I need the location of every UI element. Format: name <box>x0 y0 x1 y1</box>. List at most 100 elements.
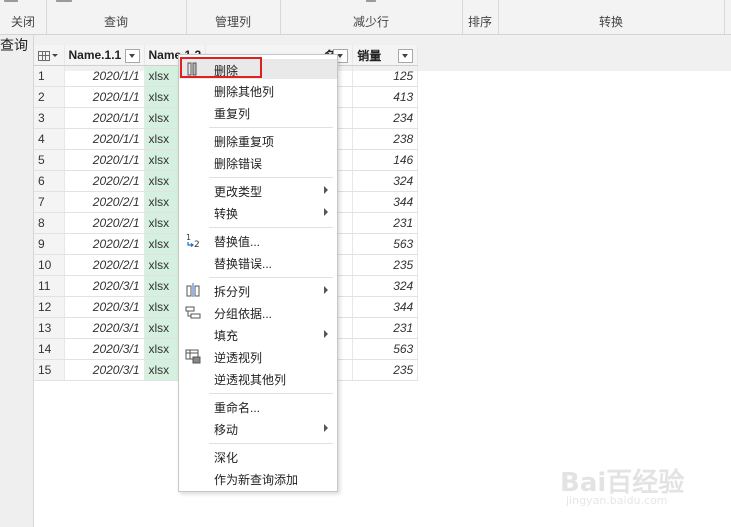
row-number[interactable]: 11 <box>34 275 65 297</box>
cell-name-1-1[interactable]: 2020/1/1 <box>64 149 145 171</box>
row-number[interactable]: 1 <box>34 65 65 87</box>
cell-name-1-1[interactable]: 2020/2/1 <box>64 254 145 276</box>
cell-sales[interactable]: 344 <box>352 191 419 213</box>
cell-name-1-1[interactable]: 2020/1/1 <box>64 128 145 150</box>
row-number[interactable]: 4 <box>34 128 65 150</box>
cell-name-1-1[interactable]: 2020/3/1 <box>64 359 145 381</box>
menu-item-add-as-new-query[interactable]: 作为新查询添加 <box>179 468 337 488</box>
menu-item-label: 转换 <box>214 207 239 221</box>
row-number[interactable]: 3 <box>34 107 65 129</box>
ribbon-group-sort[interactable]: 排序 <box>462 0 499 34</box>
menu-item-fill[interactable]: 填充 <box>179 324 337 344</box>
filter-dropdown-icon[interactable] <box>124 49 140 63</box>
cell-sales[interactable]: 563 <box>352 233 419 255</box>
cell-sales[interactable]: 238 <box>352 128 419 150</box>
cell-name-1-1[interactable]: 2020/2/1 <box>64 212 145 234</box>
menu-item-rename[interactable]: 重命名... <box>179 396 337 416</box>
filter-dropdown-icon[interactable] <box>398 49 414 63</box>
cell-sales[interactable]: 413 <box>352 86 419 108</box>
ribbon-group-label: 管理列 <box>214 15 251 29</box>
row-number[interactable]: 5 <box>34 149 65 171</box>
chevron-right-icon <box>324 186 328 194</box>
menu-item-label: 移动 <box>214 423 239 437</box>
row-number[interactable]: 6 <box>34 170 65 192</box>
queries-pane[interactable]: 查询 <box>0 35 34 527</box>
menu-item-label: 删除重复项 <box>214 135 275 149</box>
unpivot-icon <box>185 349 201 364</box>
row-number[interactable]: 14 <box>34 338 65 360</box>
column-header-sales[interactable]: 销量 <box>352 45 419 66</box>
column-header-name-1-1[interactable]: Name.1.1 <box>64 45 145 66</box>
chevron-right-icon <box>324 208 328 216</box>
menu-item-change-type[interactable]: 更改类型 <box>179 180 337 200</box>
menu-item-group-by[interactable]: 分组依据... <box>179 302 337 322</box>
cell-name-1-1[interactable]: 2020/3/1 <box>64 296 145 318</box>
row-number[interactable]: 13 <box>34 317 65 339</box>
cell-name-1-1[interactable]: 2020/3/1 <box>64 338 145 360</box>
cell-name-1-1[interactable]: 2020/3/1 <box>64 275 145 297</box>
menu-item-label: 更改类型 <box>214 185 263 199</box>
cell-sales[interactable]: 324 <box>352 275 419 297</box>
ribbon-group-query[interactable]: 查询 <box>46 0 187 34</box>
ribbon-group-close[interactable]: 关闭 <box>0 0 47 34</box>
menu-separator <box>209 177 333 178</box>
cell-sales[interactable]: 146 <box>352 149 419 171</box>
menu-item-replace-errors[interactable]: 替换错误... <box>179 252 337 272</box>
table-icon <box>38 50 50 61</box>
cell-name-1-1[interactable]: 2020/1/1 <box>64 86 145 108</box>
queries-pane-label: 查询 <box>0 37 28 53</box>
menu-item-label: 逆透视其他列 <box>214 373 287 387</box>
menu-item-label: 替换值... <box>214 235 261 249</box>
cell-name-1-1[interactable]: 2020/2/1 <box>64 191 145 213</box>
menu-item-split-column[interactable]: 拆分列 <box>179 280 337 300</box>
menu-item-move[interactable]: 移动 <box>179 418 337 438</box>
column-header-label: 销量 <box>357 48 382 63</box>
menu-item-label: 拆分列 <box>214 285 251 299</box>
cell-sales[interactable]: 231 <box>352 212 419 234</box>
cell-name-1-1[interactable]: 2020/2/1 <box>64 233 145 255</box>
ribbon-group-reduce-rows[interactable]: 减少行 <box>280 0 463 34</box>
menu-item-transform[interactable]: 转换 <box>179 202 337 222</box>
menu-item-label: 重命名... <box>214 401 261 415</box>
cell-sales[interactable]: 235 <box>352 254 419 276</box>
ribbon-group-manage-columns[interactable]: 管理列 <box>186 0 281 34</box>
cell-sales[interactable]: 234 <box>352 107 419 129</box>
cell-name-1-1[interactable]: 2020/3/1 <box>64 317 145 339</box>
table-menu-button[interactable] <box>34 45 65 66</box>
menu-separator <box>209 127 333 128</box>
menu-item-remove-duplicates[interactable]: 删除重复项 <box>179 130 337 150</box>
row-number[interactable]: 12 <box>34 296 65 318</box>
menu-item-replace-values[interactable]: 12 替换值... <box>179 230 337 250</box>
row-number[interactable]: 10 <box>34 254 65 276</box>
cell-sales[interactable]: 563 <box>352 338 419 360</box>
svg-text:1: 1 <box>186 233 191 242</box>
menu-item-label: 逆透视列 <box>214 351 263 365</box>
chevron-down-icon <box>52 54 58 58</box>
menu-item-label: 删除错误 <box>214 157 263 171</box>
menu-item-drill-down[interactable]: 深化 <box>179 446 337 466</box>
menu-item-unpivot-columns[interactable]: 逆透视列 <box>179 346 337 366</box>
menu-item-label: 作为新查询添加 <box>214 473 299 487</box>
row-number[interactable]: 15 <box>34 359 65 381</box>
ribbon: 关闭 查询 管理列 减少行 排序 转换 <box>0 0 731 35</box>
row-number[interactable]: 9 <box>34 233 65 255</box>
cell-name-1-1[interactable]: 2020/1/1 <box>64 107 145 129</box>
cell-name-1-1[interactable]: 2020/1/1 <box>64 65 145 87</box>
ribbon-group-label: 转换 <box>598 15 623 29</box>
menu-separator <box>209 393 333 394</box>
row-number[interactable]: 8 <box>34 212 65 234</box>
menu-item-unpivot-other-columns[interactable]: 逆透视其他列 <box>179 368 337 388</box>
menu-item-remove-errors[interactable]: 删除错误 <box>179 152 337 172</box>
cell-sales[interactable]: 324 <box>352 170 419 192</box>
row-number[interactable]: 7 <box>34 191 65 213</box>
row-number[interactable]: 2 <box>34 86 65 108</box>
cell-sales[interactable]: 125 <box>352 65 419 87</box>
cell-sales[interactable]: 235 <box>352 359 419 381</box>
highlight-box <box>180 57 262 78</box>
cell-sales[interactable]: 231 <box>352 317 419 339</box>
ribbon-group-transform[interactable]: 转换 <box>498 0 725 34</box>
cell-sales[interactable]: 344 <box>352 296 419 318</box>
menu-item-duplicate-column[interactable]: 重复列 <box>179 102 337 122</box>
menu-item-delete-other-columns[interactable]: 删除其他列 <box>179 80 337 100</box>
cell-name-1-1[interactable]: 2020/2/1 <box>64 170 145 192</box>
